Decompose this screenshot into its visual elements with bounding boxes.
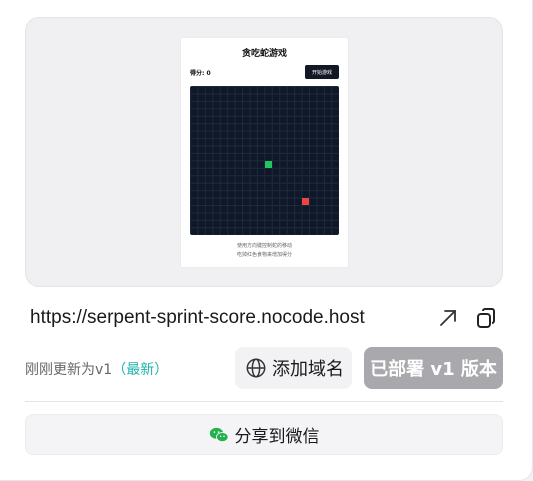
share-wechat-button[interactable]: 分享到微信 — [25, 414, 503, 455]
add-domain-label: 添加域名 — [272, 359, 344, 380]
help-text: 使用方向键控制蛇的移动 吃掉红色食物来增加得分 — [181, 242, 348, 260]
deployed-version-button[interactable]: 已部署 v1 版本 — [364, 347, 503, 389]
globe-icon — [246, 358, 266, 378]
latest-badge: （最新） — [112, 362, 169, 378]
help-line-2: 吃掉红色食物来增加得分 — [236, 252, 292, 258]
start-game-button: 开始游戏 — [305, 65, 339, 79]
divider — [25, 401, 503, 402]
deploy-card: 贪吃蛇游戏 得分: 0 开始游戏 使用方向键控制蛇的移动 吃掉红色食物来增加得分… — [0, 0, 533, 481]
score-label: 得分: 0 — [190, 70, 211, 77]
status-text: 刚刚更新为v1 — [25, 362, 113, 378]
share-wechat-label: 分享到微信 — [234, 427, 320, 447]
wechat-icon — [209, 427, 229, 442]
game-title: 贪吃蛇游戏 — [241, 49, 287, 59]
preview-page: 贪吃蛇游戏 得分: 0 开始游戏 使用方向键控制蛇的移动 吃掉红色食物来增加得分 — [181, 38, 348, 267]
snake-segment — [265, 161, 272, 168]
add-domain-button[interactable]: 添加域名 — [235, 347, 352, 389]
external-link-icon[interactable] — [436, 306, 460, 330]
food-item — [302, 198, 309, 205]
deploy-url[interactable]: https://serpent-sprint-score.nocode.host — [30, 307, 365, 329]
update-status: 刚刚更新为v1（最新） — [25, 359, 168, 379]
copy-icon[interactable] — [474, 306, 498, 330]
help-line-1: 使用方向键控制蛇的移动 — [236, 243, 292, 249]
game-board — [190, 86, 339, 235]
app-preview[interactable]: 贪吃蛇游戏 得分: 0 开始游戏 使用方向键控制蛇的移动 吃掉红色食物来增加得分 — [25, 17, 503, 287]
